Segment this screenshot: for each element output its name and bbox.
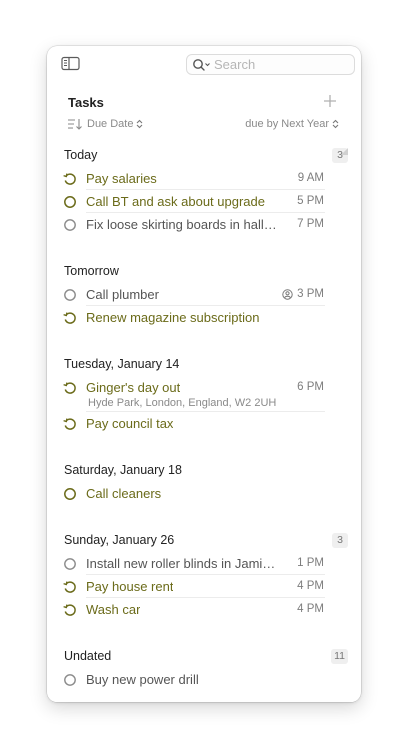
count-badge: 3	[332, 533, 348, 548]
section-header: Undated 11	[47, 643, 361, 668]
checkbox-circle-icon[interactable]	[63, 218, 77, 232]
task-list: Today 3 Pay salaries 9 AM Call BT and ask ab…	[47, 142, 361, 691]
repeat-icon[interactable]	[63, 172, 77, 186]
task-due-time: 5 PM	[297, 195, 324, 207]
task-due-time: 4 PM	[297, 603, 324, 615]
repeat-icon[interactable]	[63, 417, 77, 431]
person-icon	[282, 288, 293, 300]
task-title: Buy new power drill	[86, 672, 199, 687]
task-title: Call BT and ask about upgrade	[86, 194, 265, 209]
search-input[interactable]	[214, 57, 354, 72]
repeat-icon[interactable]	[63, 381, 77, 395]
task-section: Sunday, January 26 3 Install new roller bl…	[47, 527, 361, 621]
task-title: Pay salaries	[86, 171, 157, 186]
task-title: Ginger's day out	[86, 380, 181, 395]
task-row[interactable]: Pay house rent 4 PM	[47, 575, 361, 598]
search-icon[interactable]	[192, 58, 212, 72]
task-row[interactable]: Renew magazine subscription	[47, 306, 361, 329]
task-row[interactable]: Fix loose skirting boards in hallway 7 PM	[47, 213, 361, 236]
task-row[interactable]: Install new roller blinds in Jamie's roo…	[47, 552, 361, 575]
task-section: Tuesday, January 14 Ginger's day out 6 PM H…	[47, 351, 361, 435]
filter-selector[interactable]: due by Next Year	[245, 118, 339, 130]
task-row[interactable]: Ginger's day out 6 PM Hyde Park, London, E…	[47, 376, 361, 412]
task-section: Tomorrow Call plumber 3 PM Renew magazine s…	[47, 258, 361, 329]
task-row[interactable]: Wash car 4 PM	[47, 598, 361, 621]
section-gap	[47, 148, 361, 527]
sidebar-toggle-icon[interactable]	[61, 56, 81, 71]
section-title: Undated	[64, 649, 112, 663]
task-row[interactable]: Pay council tax	[47, 412, 361, 435]
chevron-updown-icon	[136, 119, 143, 129]
section-header: Saturday, January 18	[47, 457, 361, 482]
repeat-icon[interactable]	[63, 311, 77, 325]
task-time-text: 3 PM	[297, 288, 324, 300]
scroll-fade	[47, 688, 361, 702]
toolbar	[47, 46, 361, 82]
page-title: Tasks	[68, 95, 104, 110]
task-row[interactable]: Call BT and ask about upgrade 5 PM	[47, 190, 361, 213]
section-header: Sunday, January 26 3	[47, 527, 361, 552]
section-title: Today	[64, 148, 98, 162]
task-section: Saturday, January 18 Call cleaners	[47, 457, 361, 505]
task-section: Today 3 Pay salaries 9 AM Call BT and ask ab…	[47, 142, 361, 236]
plus-icon[interactable]	[321, 92, 339, 110]
task-title: Wash car	[86, 602, 141, 617]
task-row[interactable]: Call plumber 3 PM	[47, 283, 361, 306]
task-due-time: 7 PM	[297, 218, 324, 230]
sort-selector[interactable]: Due Date	[67, 118, 143, 130]
section-title: Saturday, January 18	[64, 463, 182, 477]
task-title: Install new roller blinds in Jamie's roo…	[86, 556, 281, 571]
search-field[interactable]	[186, 54, 355, 75]
resize-grip-icon[interactable]	[341, 142, 348, 155]
checkbox-circle-icon[interactable]	[63, 195, 77, 209]
task-due-time: 6 PM	[297, 381, 324, 393]
section-title: Tomorrow	[64, 264, 119, 278]
task-title: Renew magazine subscription	[86, 310, 260, 325]
checkbox-circle-icon[interactable]	[63, 557, 77, 571]
task-title: Pay council tax	[86, 416, 174, 431]
repeat-icon[interactable]	[63, 580, 77, 594]
section-header: Today 3	[47, 142, 361, 167]
section-header: Tomorrow	[47, 258, 361, 283]
task-title: Fix loose skirting boards in hallway	[86, 217, 281, 232]
task-due-time: 1 PM	[297, 557, 324, 569]
filter-label: due by Next Year	[245, 118, 329, 130]
task-location: Hyde Park, London, England, W2 2UH	[88, 397, 277, 409]
section-title: Sunday, January 26	[64, 533, 175, 547]
list-header: Tasks Due Date due by Next Year	[47, 90, 361, 140]
sort-icon	[67, 118, 83, 130]
task-title: Call plumber	[86, 287, 159, 302]
task-due-time: 9 AM	[297, 172, 324, 184]
task-title: Pay house rent	[86, 579, 174, 594]
section-title: Tuesday, January 14	[64, 357, 180, 371]
task-row[interactable]: Pay salaries 9 AM	[47, 167, 361, 190]
checkbox-circle-icon[interactable]	[63, 487, 77, 501]
task-row[interactable]: Call cleaners	[47, 482, 361, 505]
task-due-time: 3 PM	[282, 288, 324, 300]
sort-label: Due Date	[87, 118, 134, 130]
checkbox-circle-icon[interactable]	[63, 673, 77, 687]
chevron-updown-icon	[332, 119, 339, 129]
checkbox-circle-icon[interactable]	[63, 288, 77, 302]
count-badge: 11	[331, 649, 348, 664]
task-title: Call cleaners	[86, 486, 162, 501]
section-header: Tuesday, January 14	[47, 351, 361, 376]
repeat-icon[interactable]	[63, 603, 77, 617]
task-section: Undated 11 Buy new power drill	[47, 643, 361, 691]
tasks-window: Tasks Due Date	[47, 46, 361, 702]
task-due-time: 4 PM	[297, 580, 324, 592]
